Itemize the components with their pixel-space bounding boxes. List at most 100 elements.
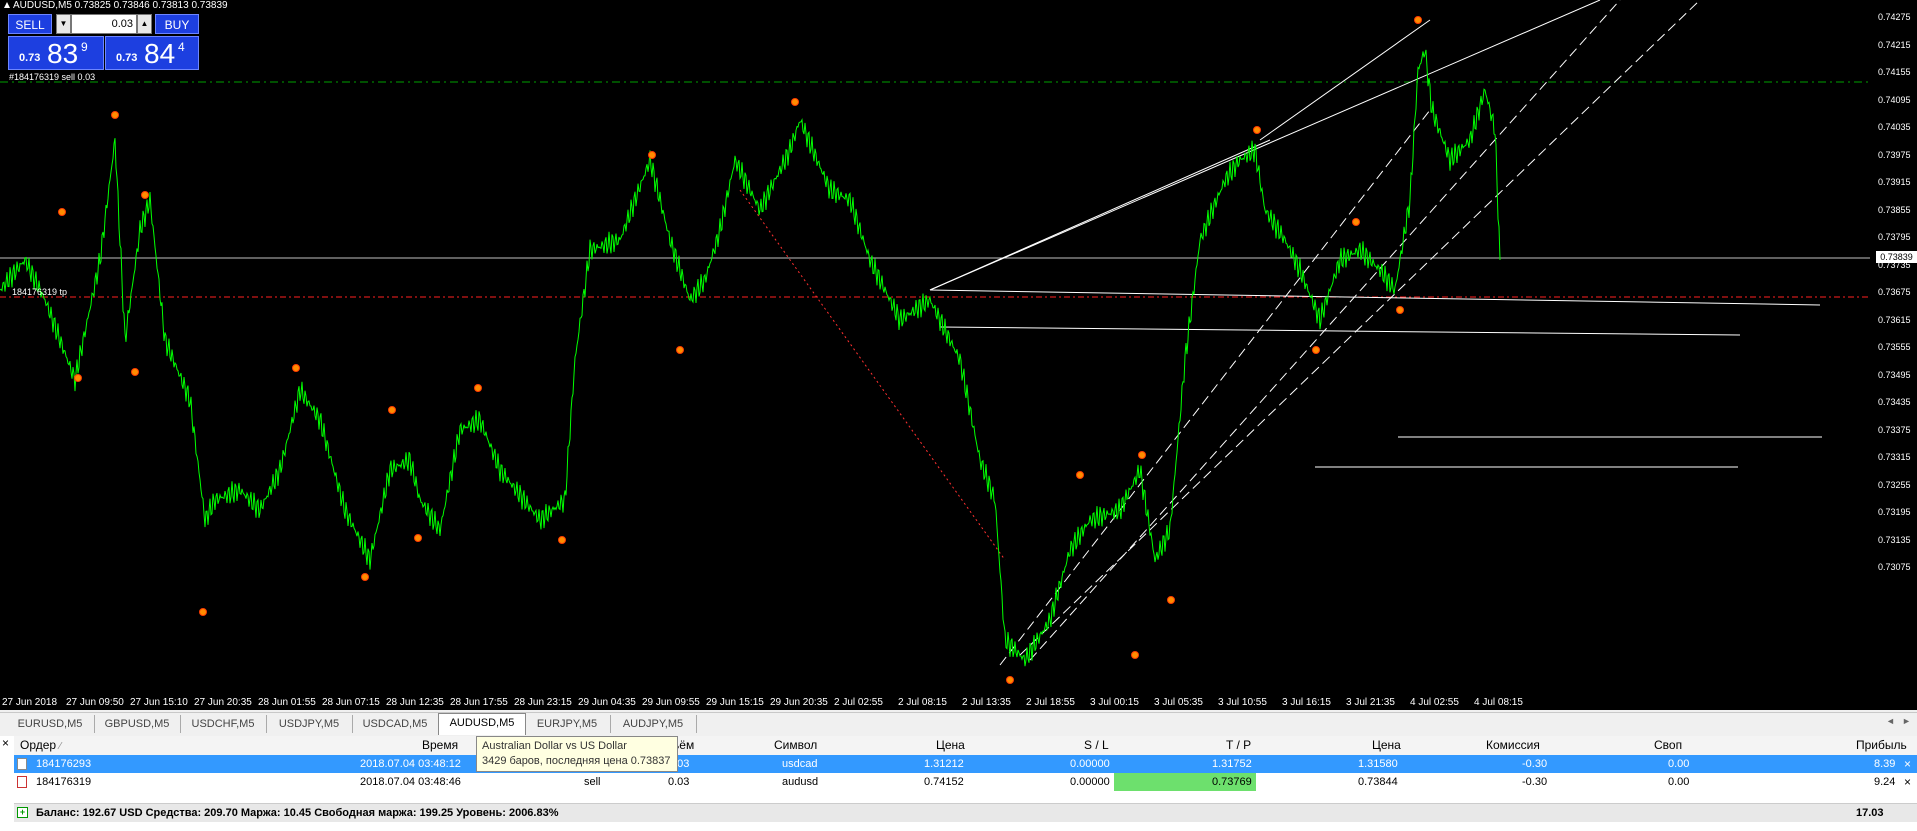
close-order-icon[interactable]: × <box>1904 755 1911 773</box>
trendlines <box>929 0 1822 666</box>
symbol-tooltip: Australian Dollar vs US Dollar 3429 баро… <box>476 736 678 772</box>
cell-tp: 1.31752 <box>1212 758 1252 770</box>
fractal-marker <box>58 208 66 216</box>
col-profit[interactable]: Прибыль <box>1856 736 1907 755</box>
fractal-marker <box>648 151 656 159</box>
cell-volume: 0.03 <box>668 776 690 788</box>
price-chart[interactable]: AUDUSD,M5 0.73825 0.73846 0.73813 0.7383… <box>0 0 1917 710</box>
tab-left-icon[interactable]: ◄ <box>1886 716 1895 726</box>
table-row[interactable]: 184176319 2018.07.04 03:48:46 sell 0.03 … <box>14 773 1917 791</box>
cell-time: 2018.07.04 03:48:46 <box>360 776 461 788</box>
time-tick: 27 Jun 09:50 <box>66 697 124 708</box>
lot-size-input[interactable]: 0.03 <box>71 14 137 34</box>
current-price-marker: 0.73839 <box>1876 251 1917 263</box>
fractal-markers <box>58 16 1422 684</box>
price-tick: 0.73555 <box>1878 342 1911 352</box>
price-tick: 0.73195 <box>1878 507 1911 517</box>
col-price[interactable]: Цена <box>936 736 965 755</box>
fractal-marker <box>558 536 566 544</box>
tab-right-icon[interactable]: ► <box>1902 716 1911 726</box>
tooltip-line1: Australian Dollar vs US Dollar <box>482 740 627 752</box>
col-symbol[interactable]: Символ <box>774 736 817 755</box>
col-tp[interactable]: T / P <box>1226 736 1251 755</box>
time-tick: 2 Jul 02:55 <box>834 697 883 708</box>
tab-eurusd-m5[interactable]: EURUSD,M5 <box>6 715 95 733</box>
cell-type: sell <box>584 776 601 788</box>
time-tick: 29 Jun 04:35 <box>578 697 636 708</box>
fractal-marker <box>1396 306 1404 314</box>
price-tick: 0.73975 <box>1878 149 1911 160</box>
table-row[interactable]: 184176293 2018.07.04 03:48:12 buy 0.03 u… <box>14 755 1917 773</box>
cell-price: 0.74152 <box>924 776 964 788</box>
time-tick: 3 Jul 21:35 <box>1346 697 1395 708</box>
sell-price-sup: 9 <box>81 40 88 54</box>
sell-price-box[interactable]: 0.73 83 9 <box>8 36 104 70</box>
tab-usdcad-m5[interactable]: USDCAD,M5 <box>352 715 439 733</box>
cell-cur-price: 1.31580 <box>1358 758 1398 770</box>
price-tick: 0.73855 <box>1878 204 1911 215</box>
chart-title: AUDUSD,M5 0.73825 0.73846 0.73813 0.7383… <box>4 0 228 11</box>
fractal-marker <box>131 368 139 376</box>
time-tick: 4 Jul 02:55 <box>1410 697 1459 708</box>
cell-time: 2018.07.04 03:48:12 <box>360 758 461 770</box>
col-cur-price[interactable]: Цена <box>1372 736 1401 755</box>
cell-order: 184176319 <box>36 776 92 788</box>
col-time[interactable]: Время <box>422 736 458 755</box>
fractal-marker <box>199 608 207 616</box>
tab-usdchf-m5[interactable]: USDCHF,M5 <box>180 715 267 733</box>
cell-sl: 0.00000 <box>1070 758 1110 770</box>
price-tick: 0.73135 <box>1878 534 1911 545</box>
buy-price-big: 84 <box>144 38 176 69</box>
time-tick: 28 Jun 17:55 <box>450 697 508 708</box>
fractal-marker <box>1352 218 1360 226</box>
time-tick: 29 Jun 20:35 <box>770 697 828 708</box>
tab-gbpusd-m5[interactable]: GBPUSD,M5 <box>94 715 181 733</box>
chart-canvas <box>0 0 1870 684</box>
cell-swap: 0.00 <box>1668 776 1690 788</box>
close-icon[interactable]: × <box>2 736 9 750</box>
dotted-trend <box>739 189 1006 561</box>
col-commission[interactable]: Комиссия <box>1486 736 1540 755</box>
time-tick: 2 Jul 13:35 <box>962 697 1011 708</box>
price-tick: 0.73675 <box>1878 287 1911 297</box>
lot-increase-button[interactable]: ▲ <box>137 14 152 34</box>
fractal-marker <box>474 384 482 392</box>
sell-button[interactable]: SELL <box>8 14 52 34</box>
fractal-marker <box>388 406 396 414</box>
tooltip-line2: 3429 баров, последняя цена 0.73837 <box>482 755 671 767</box>
price-tick: 0.73915 <box>1878 177 1911 187</box>
col-swap[interactable]: Своп <box>1654 736 1682 755</box>
buy-price-prefix: 0.73 <box>116 52 138 64</box>
price-tick: 0.74035 <box>1878 122 1911 132</box>
fractal-marker <box>1312 346 1320 354</box>
price-tick: 0.73495 <box>1878 369 1911 380</box>
sell-price-big: 83 <box>47 38 79 69</box>
price-tick: 0.73315 <box>1878 452 1911 462</box>
price-tick: 0.74215 <box>1878 39 1911 50</box>
fractal-marker <box>414 534 422 542</box>
fractal-marker <box>141 191 149 199</box>
time-tick: 27 Jun 15:10 <box>130 697 188 708</box>
close-order-icon[interactable]: × <box>1904 773 1911 791</box>
price-tick: 0.74155 <box>1878 67 1911 77</box>
fractal-marker <box>1167 596 1175 604</box>
price-series <box>0 49 1501 667</box>
fractal-marker <box>676 346 684 354</box>
order-label: #184176319 sell 0.03 <box>9 72 96 82</box>
cell-price: 1.31212 <box>924 758 964 770</box>
fractal-marker <box>1006 676 1014 684</box>
price-tick: 0.73795 <box>1878 232 1911 242</box>
table-header: Ордер ⁄ Время Тип Объём Символ Цена S / … <box>14 736 1917 756</box>
buy-price-box[interactable]: 0.73 84 4 <box>105 36 199 70</box>
tab-usdjpy-m5[interactable]: USDJPY,M5 <box>266 715 353 733</box>
col-sl[interactable]: S / L <box>1084 736 1109 755</box>
sort-icon: ⁄ <box>59 741 62 752</box>
price-tick: 0.73435 <box>1878 397 1911 407</box>
lot-decrease-button[interactable]: ▼ <box>56 14 71 34</box>
buy-button[interactable]: BUY <box>155 14 199 34</box>
cell-profit: 9.24 <box>1874 776 1896 788</box>
tab-eurjpy-m5[interactable]: EURJPY,M5 <box>524 715 611 733</box>
tab-audusd-m5[interactable]: AUDUSD,M5 <box>438 713 526 735</box>
tab-audjpy-m5[interactable]: AUDJPY,M5 <box>610 715 697 733</box>
col-order[interactable]: Ордер ⁄ <box>20 736 61 756</box>
